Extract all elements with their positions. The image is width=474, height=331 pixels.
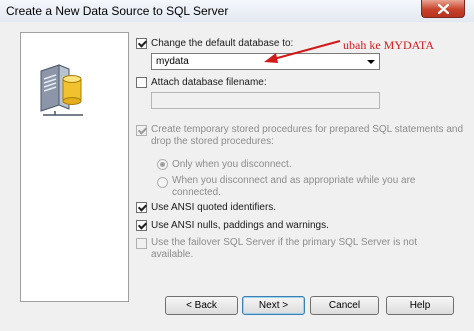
attach-db-filename-field[interactable]	[151, 92, 380, 109]
annotation-text: ubah ke MYDATA	[343, 38, 435, 52]
create-temp-procs-label-line2: drop the stored procedures:	[151, 136, 274, 147]
change-default-db-checkbox[interactable]	[136, 38, 147, 49]
disconnect-and-appropriate-radio[interactable]	[157, 177, 168, 188]
help-button[interactable]: Help	[386, 296, 454, 315]
failover-server-checkbox[interactable]	[136, 238, 147, 249]
disconnect-and-appropriate-label-line2: connected.	[172, 187, 221, 198]
only-when-disconnect-radio[interactable]	[157, 159, 168, 170]
failover-server-label-line2: available.	[151, 249, 194, 260]
back-button[interactable]: < Back	[165, 296, 238, 315]
ansi-nulls-label: Use ANSI nulls, paddings and warnings.	[151, 220, 329, 231]
title-bar[interactable]: Create a New Data Source to SQL Server	[0, 0, 474, 22]
database-server-icon	[40, 64, 83, 116]
chevron-down-icon[interactable]	[367, 60, 375, 64]
wizard-image-panel	[20, 32, 129, 302]
attach-db-label: Attach database filename:	[151, 77, 267, 88]
close-icon	[437, 3, 449, 14]
only-when-disconnect-label: Only when you disconnect.	[172, 159, 292, 170]
attach-db-checkbox[interactable]	[136, 77, 147, 88]
close-button[interactable]	[421, 0, 465, 18]
cancel-button[interactable]: Cancel	[310, 296, 379, 315]
create-temp-procs-label-line1: Create temporary stored procedures for p…	[151, 124, 464, 135]
disconnect-and-appropriate-label-line1: When you disconnect and as appropriate w…	[172, 175, 416, 186]
ansi-quoted-identifiers-checkbox[interactable]	[136, 202, 147, 213]
ansi-nulls-checkbox[interactable]	[136, 220, 147, 231]
annotation-arrow-icon	[264, 39, 341, 63]
window-title: Create a New Data Source to SQL Server	[6, 4, 229, 18]
create-temp-procs-checkbox[interactable]	[136, 125, 147, 136]
failover-server-label-line1: Use the failover SQL Server if the prima…	[151, 237, 418, 248]
dialog-body: Change the default database to: mydata u…	[0, 22, 474, 331]
ansi-quoted-identifiers-label: Use ANSI quoted identifiers.	[151, 202, 277, 213]
default-database-value: mydata	[156, 56, 189, 67]
next-button[interactable]: Next >	[242, 296, 305, 315]
